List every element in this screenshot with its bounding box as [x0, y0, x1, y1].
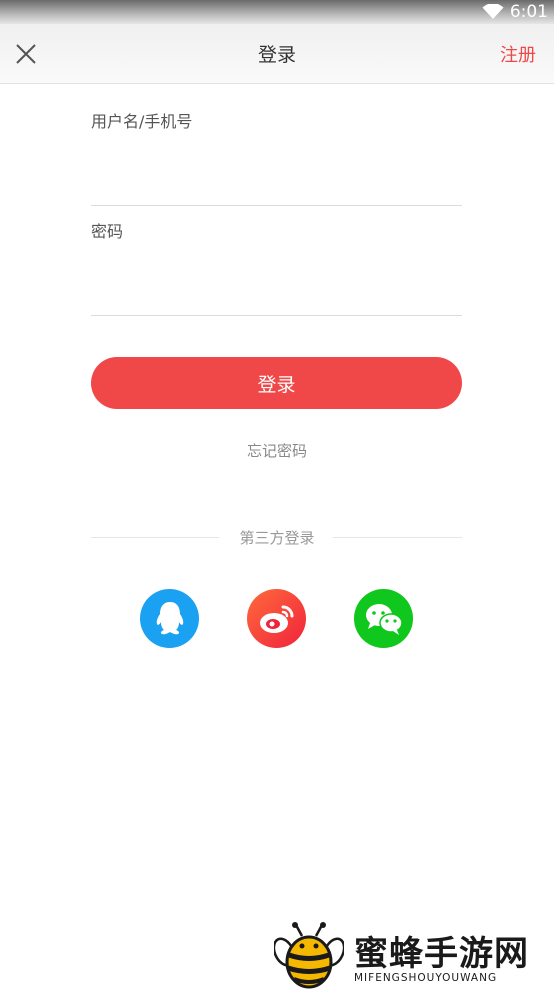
- weibo-icon: [259, 605, 293, 633]
- status-bar: 6:01: [0, 0, 554, 24]
- weibo-login-button[interactable]: [247, 589, 306, 648]
- register-link[interactable]: 注册: [500, 41, 536, 67]
- forgot-password-link[interactable]: 忘记密码: [0, 440, 554, 461]
- top-app-bar: 登录 注册: [0, 24, 554, 84]
- watermark-subtitle: MIFENGSHOUYOUWANG: [354, 972, 498, 984]
- password-field: 密码: [91, 218, 462, 316]
- username-input[interactable]: [91, 166, 462, 206]
- bee-logo: [274, 922, 344, 989]
- password-input[interactable]: [91, 276, 462, 316]
- third-party-heading: 第三方登录: [239, 529, 315, 547]
- qq-login-button[interactable]: [140, 589, 199, 648]
- wechat-icon: [365, 603, 403, 635]
- watermark-title: 蜜蜂手游网: [354, 934, 529, 974]
- wechat-login-button[interactable]: [354, 589, 413, 648]
- divider-right: [333, 537, 462, 538]
- username-label: 用户名/手机号: [91, 112, 193, 131]
- page-title: 登录: [257, 44, 296, 66]
- status-time: 6:01: [509, 2, 548, 22]
- password-label: 密码: [91, 222, 124, 241]
- qq-icon: [156, 601, 183, 634]
- watermark: 蜜蜂手游网 MIFENGSHOUYOUWANG: [274, 922, 550, 990]
- username-field: 用户名/手机号: [91, 108, 462, 206]
- wifi-icon: [482, 4, 504, 20]
- login-button[interactable]: 登录: [91, 357, 462, 409]
